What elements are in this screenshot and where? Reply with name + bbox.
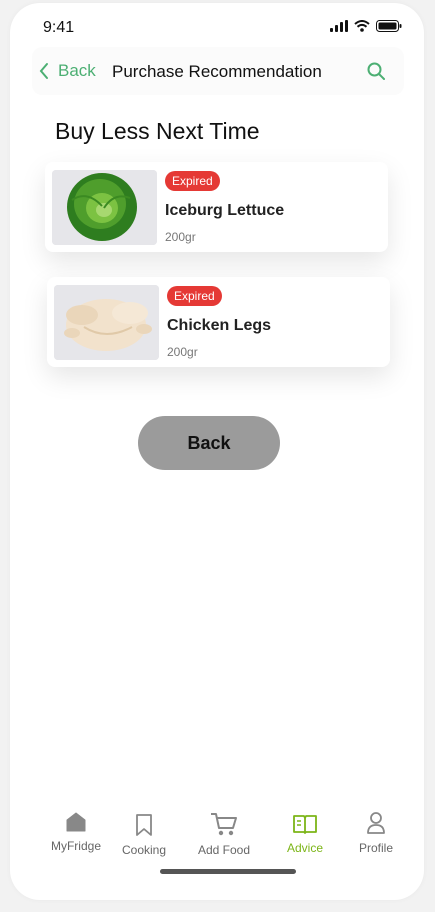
- nav-back-button[interactable]: Back: [38, 61, 96, 81]
- bookmark-icon: [136, 814, 152, 836]
- item-name: Iceburg Lettuce: [165, 202, 285, 219]
- chevron-left-icon: [39, 63, 48, 79]
- section-title: Buy Less Next Time: [55, 118, 260, 144]
- list-item[interactable]: Expired Chicken Legs 200gr: [47, 277, 390, 367]
- user-icon: [367, 812, 385, 834]
- search-button[interactable]: [366, 61, 386, 86]
- search-icon: [367, 62, 385, 80]
- phone-screen: 9:41 Back Purchase Recommendation Buy Le…: [10, 3, 424, 900]
- tab-profile[interactable]: Profile: [341, 811, 411, 855]
- item-quantity: 200gr: [167, 345, 198, 359]
- signal-icon: [330, 20, 348, 32]
- tab-label: Cooking: [121, 843, 167, 857]
- tab-advice[interactable]: Advice: [270, 813, 340, 855]
- nav-bar: Back Purchase Recommendation: [32, 47, 404, 95]
- tab-add-food[interactable]: Add Food: [189, 811, 259, 857]
- item-quantity: 200gr: [165, 230, 196, 244]
- cart-icon: [211, 813, 237, 836]
- page-title: Purchase Recommendation: [112, 62, 322, 81]
- wifi-icon: [354, 20, 370, 32]
- tab-label: Advice: [286, 841, 324, 855]
- tab-cooking[interactable]: Cooking: [109, 813, 179, 857]
- status-badge: Expired: [165, 171, 220, 191]
- home-icon: [66, 812, 86, 832]
- home-indicator: [160, 869, 296, 874]
- book-icon: [293, 815, 317, 834]
- battery-icon: [376, 20, 402, 32]
- tab-label: Profile: [358, 841, 393, 855]
- back-button[interactable]: Back: [138, 416, 280, 470]
- status-icons: [330, 19, 402, 33]
- tab-label: Add Food: [197, 843, 251, 857]
- chicken-image: [54, 285, 159, 360]
- tab-bar: MyFridge Cooking Add Food Advice Profile: [10, 803, 424, 873]
- status-time: 9:41: [43, 19, 75, 36]
- list-item[interactable]: Expired Iceburg Lettuce 200gr: [45, 162, 388, 252]
- nav-back-label: Back: [58, 61, 96, 80]
- tab-myfridge[interactable]: MyFridge: [41, 811, 111, 853]
- status-badge: Expired: [167, 286, 222, 306]
- tab-label: MyFridge: [50, 839, 101, 853]
- lettuce-image: [52, 170, 157, 245]
- item-name: Chicken Legs: [167, 317, 272, 334]
